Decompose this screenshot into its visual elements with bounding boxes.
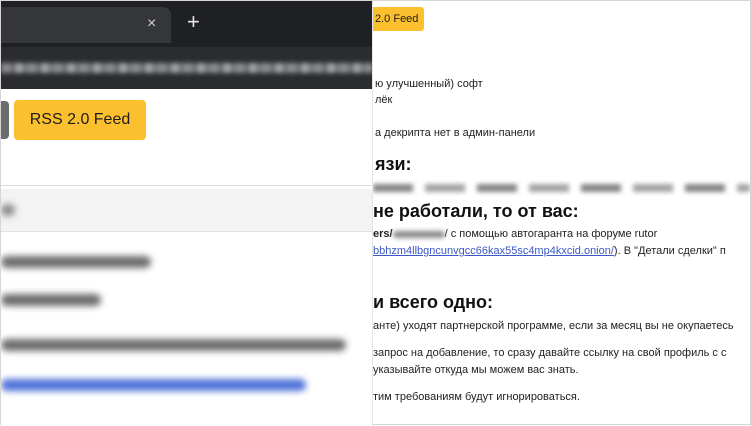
text-line: а декрипта нет в админ-панели — [375, 127, 536, 139]
text-line: указывайте откуда мы можем вас знать. — [373, 364, 579, 376]
section-heading: язи: — [375, 154, 412, 174]
blurred-url — [1, 63, 373, 73]
rss-feed-button[interactable]: 2.0 Feed — [373, 7, 424, 31]
rss-feed-button[interactable]: RSS 2.0 Feed — [14, 100, 146, 140]
divider — [1, 185, 373, 186]
text-line: запрос на добавление, то сразу давайте с… — [373, 347, 727, 359]
text-line: ers/ / с помощью автогаранта на форуме ru… — [373, 227, 657, 241]
browser-window: × + RSS 2.0 Feed — [1, 1, 373, 426]
blurred-username — [392, 230, 445, 238]
page-content: RSS 2.0 Feed — [1, 89, 373, 426]
browser-tab[interactable]: × — [1, 7, 171, 43]
blurred-header-strip — [1, 189, 373, 232]
blurred-link[interactable] — [1, 379, 306, 391]
section-heading: и всего одно: — [373, 292, 494, 312]
address-bar[interactable] — [1, 47, 373, 89]
text-line: bbhzm4llbgncunvgcc66kax55sc4mp4kxcid.oni… — [373, 244, 726, 258]
blurred-text — [1, 294, 101, 306]
new-tab-icon[interactable]: + — [187, 11, 200, 33]
text-bold: ers/ — [373, 228, 393, 240]
close-icon[interactable]: × — [147, 16, 156, 32]
blurred-text — [1, 204, 15, 216]
text-span: / с помощью автогаранта на форуме rutor — [444, 228, 658, 240]
text-span: ). В "Детали сделки" п — [613, 245, 726, 257]
text-line: тим требованиям будут игнорироваться. — [373, 391, 580, 403]
text-line: анте) уходят партнерской программе, если… — [373, 320, 734, 332]
blurred-text — [1, 256, 151, 268]
section-heading: не работали, то от вас: — [373, 201, 579, 221]
blurred-contacts — [373, 184, 750, 192]
onion-link[interactable]: bbhzm4llbgncunvgcc66kax55sc4mp4kxcid.oni… — [373, 245, 614, 257]
text-line: ю улучшенный) софт — [375, 78, 483, 90]
blurred-text — [1, 339, 346, 351]
forum-post: 2.0 Feed ю улучшенный) софт лёк а декрип… — [373, 1, 750, 424]
tab-bar: × + — [1, 1, 373, 47]
text-line: лёк — [375, 94, 393, 106]
grey-button[interactable] — [1, 101, 9, 139]
